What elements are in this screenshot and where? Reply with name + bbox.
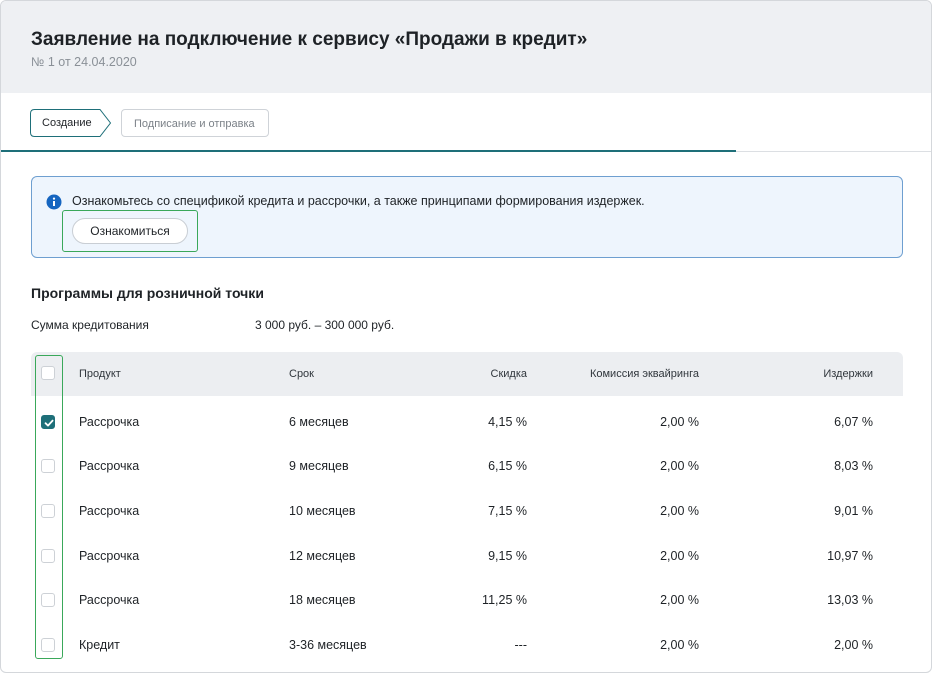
cell-discount: 4,15 %	[488, 415, 527, 429]
cell-discount: 6,15 %	[488, 459, 527, 473]
credit-sum-label: Сумма кредитования	[31, 318, 149, 332]
cell-term: 12 месяцев	[289, 549, 356, 563]
step-sign-label: Подписание и отправка	[134, 118, 255, 130]
row-checkbox[interactable]	[41, 549, 55, 563]
step-create-label: Создание	[42, 117, 92, 129]
stepper: Создание Подписание и отправка	[1, 93, 931, 153]
row-checkbox[interactable]	[41, 593, 55, 607]
cell-acquiring: 2,00 %	[660, 459, 699, 473]
table-row[interactable]: Кредит 3-36 месяцев --- 2,00 % 2,00 %	[31, 624, 903, 669]
info-icon	[46, 194, 62, 210]
checkmark-icon	[44, 419, 54, 427]
cell-product: Рассрочка	[79, 459, 140, 473]
cell-costs: 9,01 %	[834, 504, 873, 518]
info-notice: Ознакомьтесь со спецификой кредита и рас…	[31, 176, 903, 258]
cell-term: 6 месяцев	[289, 415, 349, 429]
cell-term: 9 месяцев	[289, 459, 349, 473]
cell-discount: 7,15 %	[488, 504, 527, 518]
cell-term: 18 месяцев	[289, 593, 356, 607]
table-row[interactable]: Рассрочка 12 месяцев 9,15 % 2,00 % 10,97 %	[31, 535, 903, 580]
header-product: Продукт	[79, 368, 121, 380]
page-header: Заявление на подключение к сервису «Прод…	[1, 1, 931, 93]
progress-fill	[1, 150, 736, 152]
programs-title: Программы для розничной точки	[31, 285, 264, 301]
cell-costs: 10,97 %	[827, 549, 873, 563]
learn-more-button[interactable]: Ознакомиться	[72, 218, 188, 244]
select-all-checkbox[interactable]	[41, 366, 55, 380]
cell-discount: 9,15 %	[488, 549, 527, 563]
table-row[interactable]: Рассрочка 10 месяцев 7,15 % 2,00 % 9,01 %	[31, 490, 903, 535]
cell-acquiring: 2,00 %	[660, 638, 699, 652]
cell-product: Рассрочка	[79, 549, 140, 563]
document-number: № 1 от 24.04.2020	[31, 55, 137, 69]
table-row[interactable]: Рассрочка 6 месяцев 4,15 % 2,00 % 6,07 %	[31, 401, 903, 446]
cell-discount: ---	[514, 638, 528, 652]
cell-acquiring: 2,00 %	[660, 549, 699, 563]
cell-product: Рассрочка	[79, 504, 140, 518]
cell-product: Кредит	[79, 638, 120, 652]
table-header: Продукт Срок Скидка Комиссия эквайринга …	[31, 352, 903, 396]
step-sign-and-send[interactable]: Подписание и отправка	[121, 109, 269, 137]
cell-costs: 8,03 %	[834, 459, 873, 473]
page-title: Заявление на подключение к сервису «Прод…	[31, 29, 588, 50]
cell-acquiring: 2,00 %	[660, 415, 699, 429]
header-acquiring: Комиссия эквайринга	[589, 368, 699, 380]
notice-text: Ознакомьтесь со спецификой кредита и рас…	[72, 194, 645, 208]
cell-acquiring: 2,00 %	[660, 593, 699, 607]
cell-costs: 2,00 %	[834, 638, 873, 652]
application-window: Заявление на подключение к сервису «Прод…	[0, 0, 932, 673]
header-term: Срок	[289, 368, 314, 380]
cell-costs: 13,03 %	[827, 593, 873, 607]
header-costs: Издержки	[823, 368, 873, 380]
cell-term: 10 месяцев	[289, 504, 356, 518]
cell-product: Рассрочка	[79, 593, 140, 607]
cell-term: 3-36 месяцев	[289, 638, 367, 652]
row-checkbox[interactable]	[41, 415, 55, 429]
table-row[interactable]: Рассрочка 9 месяцев 6,15 % 2,00 % 8,03 %	[31, 445, 903, 490]
row-checkbox[interactable]	[41, 459, 55, 473]
row-checkbox[interactable]	[41, 504, 55, 518]
header-discount: Скидка	[490, 368, 528, 380]
cell-product: Рассрочка	[79, 415, 140, 429]
cell-discount: 11,25 %	[482, 593, 527, 607]
cell-acquiring: 2,00 %	[660, 504, 699, 518]
table-row[interactable]: Рассрочка 18 месяцев 11,25 % 2,00 % 13,03 %	[31, 579, 903, 624]
cell-costs: 6,07 %	[834, 415, 873, 429]
credit-sum-value: 3 000 руб. – 300 000 руб.	[255, 318, 395, 332]
row-checkbox[interactable]	[41, 638, 55, 652]
